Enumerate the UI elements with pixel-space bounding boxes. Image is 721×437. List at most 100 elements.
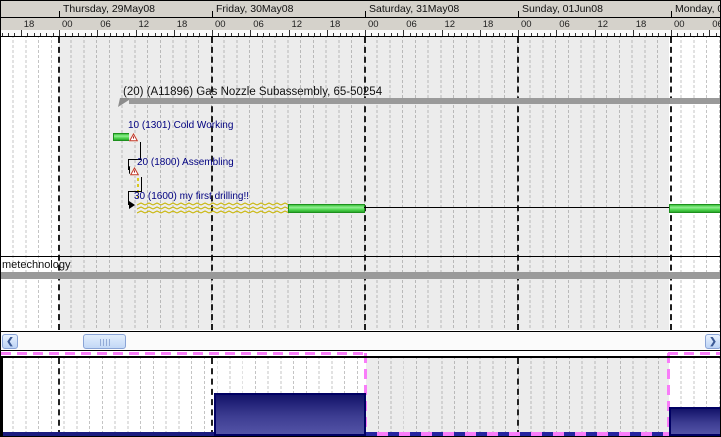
ruler-tick (141, 33, 143, 36)
ruler-tick (467, 33, 468, 36)
hour-label: 12 (291, 19, 303, 30)
hour-label: 12 (138, 19, 150, 30)
ruler-tick (473, 33, 475, 36)
ruler-tick (594, 30, 596, 36)
ruler-tick (301, 33, 303, 36)
day-gridline (58, 37, 60, 330)
ruler-tick (212, 30, 213, 36)
hour-label: 06 (253, 19, 264, 30)
weekend-zero-load-dashes (366, 432, 669, 436)
ruler-tick (556, 30, 558, 36)
ruler-tick (33, 33, 35, 36)
ruler-tick (282, 33, 284, 36)
resource-row-bar[interactable] (1, 272, 720, 279)
hour-label: 18 (23, 19, 35, 30)
ruler-tick (250, 30, 252, 36)
load-bar-friday (214, 393, 366, 436)
ruler-tick (454, 33, 456, 36)
ruler-tick (384, 33, 386, 36)
ruler-tick (205, 33, 207, 36)
ruler-tick (148, 33, 150, 36)
ruler-tick (498, 33, 500, 36)
summary-bar[interactable] (129, 98, 720, 104)
scrollbar-thumb[interactable] (83, 334, 126, 349)
scroll-right-button[interactable]: ❯ (705, 334, 720, 349)
ruler-tick (549, 33, 551, 36)
warning-icon[interactable] (129, 133, 138, 142)
ruler-tick (135, 30, 137, 36)
ruler-tick (326, 30, 328, 36)
ruler-tick (664, 33, 666, 36)
hour-label: 18 (635, 19, 647, 30)
ruler-tick (377, 33, 379, 36)
scroll-left-button[interactable]: ❮ (2, 334, 18, 349)
warning-icon[interactable] (130, 167, 139, 176)
ruler-tick (46, 33, 48, 36)
ruler-tick (237, 33, 239, 36)
hour-label: 00 (521, 19, 532, 30)
ruler-tick (645, 33, 647, 36)
ruler-tick (186, 33, 188, 36)
ruler-tick (27, 33, 29, 36)
row-separator (1, 256, 720, 257)
ruler-tick (199, 33, 201, 36)
ruler-tick (620, 33, 621, 36)
ruler-tick (358, 33, 360, 36)
hour-label: 06 (100, 19, 111, 30)
ruler-tick (428, 33, 430, 36)
ruler-tick (78, 33, 80, 36)
day-tick (59, 11, 60, 17)
ruler-tick (90, 33, 92, 36)
ruler-tick (435, 33, 437, 36)
ruler-tick (588, 33, 590, 36)
hour-label: 00 (62, 19, 73, 30)
hour-label: 18 (176, 19, 188, 30)
ruler-tick (224, 33, 226, 36)
ruler-tick (65, 33, 67, 36)
ruler-tick (110, 33, 111, 36)
hour-label: 00 (368, 19, 379, 30)
ruler-tick (243, 33, 245, 36)
ruler-tick (371, 33, 373, 36)
op30-suspended-line (364, 207, 669, 208)
ruler-tick (320, 33, 322, 36)
ruler-tick (683, 33, 685, 36)
ruler-tick (8, 33, 9, 36)
op30-bar-continued[interactable] (669, 204, 720, 213)
op30-bar[interactable] (288, 204, 365, 213)
ruler-tick (409, 33, 411, 36)
hour-label: 06 (712, 19, 720, 30)
ruler-tick (702, 33, 704, 36)
ruler-tick (352, 33, 354, 36)
ruler-tick (537, 33, 539, 36)
ruler-tick (71, 33, 73, 36)
ruler-tick (607, 33, 609, 36)
ruler-tick (447, 33, 449, 36)
ruler-tick (562, 33, 564, 36)
ruler-tick (671, 30, 672, 36)
hour-label: 18 (329, 19, 341, 30)
ruler-tick (14, 33, 16, 36)
ruler-tick (486, 33, 488, 36)
ruler-tick (333, 33, 335, 36)
hour-label: 12 (597, 19, 609, 30)
ruler-tick (218, 33, 220, 36)
ruler-tick (530, 33, 532, 36)
op30-setup-zigzag-bar[interactable] (137, 202, 289, 214)
ruler-tick (709, 30, 711, 36)
ruler-tick (167, 33, 169, 36)
summary-label: (20) (A11896) Gas Nozzle Subassembly, 65… (123, 86, 383, 98)
timeline-date-header: Thursday, 29May08 Friday, 30May08 Saturday… (1, 1, 720, 18)
capacity-line-top-left (1, 352, 367, 355)
day-tick (365, 11, 366, 17)
ruler-tick (116, 33, 118, 36)
hour-label: 00 (674, 19, 685, 30)
horizontal-scrollbar[interactable]: ❮ ❯ (1, 331, 720, 351)
ruler-tick (613, 33, 615, 36)
gantt-bg-right (669, 37, 720, 330)
capacity-line-top-right (668, 352, 720, 355)
ruler-tick (314, 33, 315, 36)
ruler-tick (294, 33, 296, 36)
ruler-tick (59, 30, 60, 36)
ruler-tick (677, 33, 679, 36)
